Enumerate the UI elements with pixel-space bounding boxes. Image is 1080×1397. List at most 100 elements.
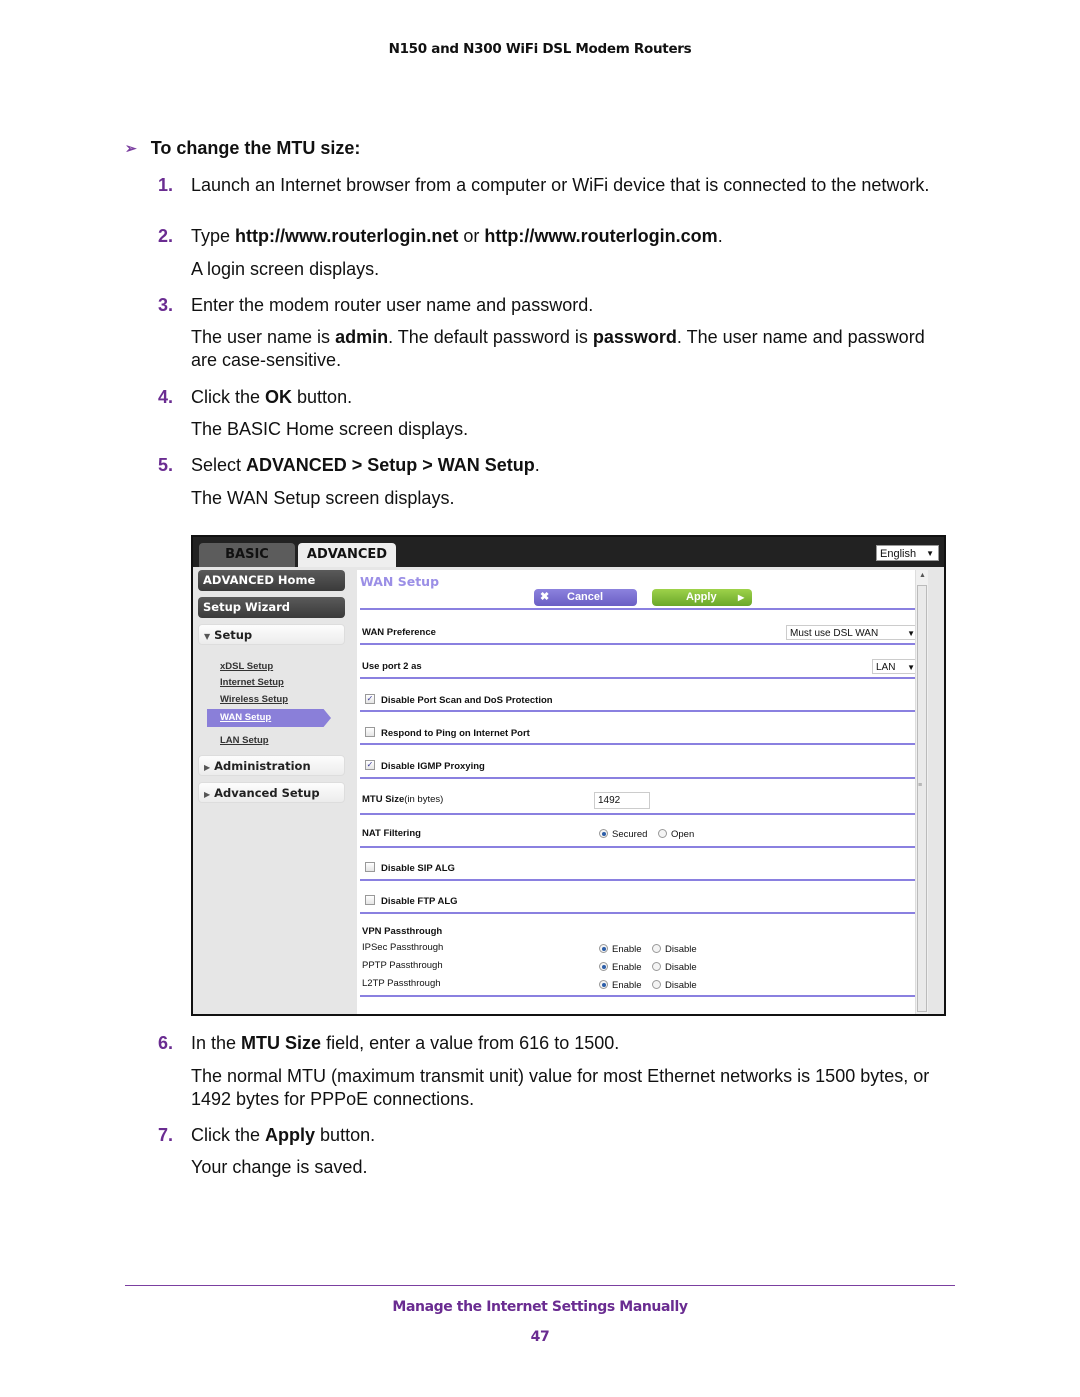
disable-ftp-checkbox[interactable]	[365, 895, 375, 905]
divider	[360, 912, 926, 914]
chevron-down-icon: ▼	[926, 549, 934, 558]
sidebar-link-xdsl-setup[interactable]: xDSL Setup	[220, 661, 273, 672]
sidebar-link-lan-setup[interactable]: LAN Setup	[220, 735, 269, 746]
url-net: http://www.routerlogin.net	[235, 226, 459, 246]
close-icon: ✖	[540, 591, 550, 603]
disable-label: Disable	[665, 962, 697, 973]
router-screenshot: BASIC ADVANCED English ▼ ADVANCED Home Se…	[191, 535, 946, 1016]
step-6: 6. In the MTU Size field, enter a value …	[158, 1033, 620, 1053]
sidebar-advanced-setup[interactable]: ▶ Advanced Setup	[198, 782, 345, 803]
scroll-up-icon[interactable]: ▲	[919, 572, 926, 579]
chevron-down-icon: ▼	[907, 629, 915, 638]
disable-port-scan-label: Disable Port Scan and DoS Protection	[381, 695, 553, 706]
apply-button[interactable]: Apply ▶	[652, 589, 752, 606]
play-icon: ▶	[738, 593, 745, 602]
divider	[360, 677, 926, 679]
pptp-enable-radio[interactable]	[599, 962, 608, 971]
divider	[360, 995, 926, 997]
step-7: 7. Click the Apply button.	[158, 1125, 376, 1145]
divider	[360, 608, 926, 610]
enable-label: Enable	[612, 962, 642, 973]
footer-section-title: Manage the Internet Settings Manually	[392, 1299, 688, 1315]
triangle-right-icon: ▶	[204, 790, 211, 799]
disable-ftp-label: Disable FTP ALG	[381, 896, 458, 907]
scrollbar[interactable]: ▲ ≡	[915, 570, 928, 1014]
nat-open-label: Open	[671, 829, 695, 840]
divider	[360, 743, 926, 745]
use-port2-select[interactable]: LAN ▼	[872, 659, 920, 674]
url-com: http://www.routerlogin.com	[484, 226, 718, 246]
l2tp-passthrough-label: L2TP Passthrough	[362, 978, 441, 989]
divider	[360, 777, 926, 779]
arrow-bullet-icon: ➢	[125, 140, 137, 156]
disable-port-scan-checkbox[interactable]: ✓	[365, 694, 375, 704]
respond-ping-checkbox[interactable]	[365, 727, 375, 737]
wan-preference-select[interactable]: Must use DSL WAN ▼	[786, 625, 920, 640]
triangle-right-icon: ▶	[204, 763, 211, 772]
step-5-note: The WAN Setup screen displays.	[191, 488, 455, 508]
sidebar-link-wireless-setup[interactable]: Wireless Setup	[220, 694, 288, 705]
divider	[360, 813, 926, 815]
wan-preference-label: WAN Preference	[362, 627, 436, 638]
disable-sip-checkbox[interactable]	[365, 862, 375, 872]
procedure-title: ➢ To change the MTU size:	[125, 138, 361, 158]
nat-filtering-label: NAT Filtering	[362, 828, 421, 839]
chevron-down-icon: ▼	[907, 663, 915, 672]
scrollbar-thumb[interactable]	[917, 585, 927, 1012]
step-3: 3. Enter the modem router user name and …	[158, 295, 594, 315]
disable-igmp-checkbox[interactable]: ✓	[365, 760, 375, 770]
footer-divider	[125, 1285, 955, 1286]
divider	[360, 710, 926, 712]
tab-advanced[interactable]: ADVANCED	[298, 543, 396, 567]
l2tp-enable-radio[interactable]	[599, 980, 608, 989]
disable-label: Disable	[665, 980, 697, 991]
disable-sip-label: Disable SIP ALG	[381, 863, 455, 874]
step-1: 1. Launch an Internet browser from a com…	[158, 175, 930, 195]
l2tp-disable-radio[interactable]	[652, 980, 661, 989]
step-6-note: The normal MTU (maximum transmit unit) v…	[191, 1066, 930, 1109]
router-main-panel: WAN Setup ✖ Cancel Apply ▶ WAN Preference …	[357, 570, 928, 1014]
cancel-button[interactable]: ✖ Cancel	[534, 589, 637, 606]
divider	[360, 643, 926, 645]
step-5: 5. Select ADVANCED > Setup > WAN Setup.	[158, 455, 540, 475]
sidebar-link-wan-setup[interactable]: WAN Setup	[207, 709, 331, 727]
nat-secured-radio[interactable]	[599, 829, 608, 838]
sidebar-link-internet-setup[interactable]: Internet Setup	[220, 677, 284, 688]
pptp-passthrough-label: PPTP Passthrough	[362, 960, 443, 971]
disable-igmp-label: Disable IGMP Proxying	[381, 761, 485, 772]
mtu-size-input[interactable]: 1492	[594, 792, 650, 809]
mtu-size-label: MTU Size(in bytes)	[362, 794, 444, 805]
sidebar-administration[interactable]: ▶ Administration	[198, 755, 345, 776]
tab-basic[interactable]: BASIC	[199, 543, 295, 567]
use-port2-label: Use port 2 as	[362, 661, 422, 672]
router-sidebar: ADVANCED Home Setup Wizard ▼ Setup xDSL S…	[193, 567, 353, 1014]
vpn-passthrough-label: VPN Passthrough	[362, 926, 443, 937]
sidebar-advanced-home[interactable]: ADVANCED Home	[198, 570, 345, 591]
divider	[360, 846, 926, 848]
ipsec-passthrough-label: IPSec Passthrough	[362, 942, 444, 953]
step-4: 4. Click the OK button.	[158, 387, 353, 407]
language-select[interactable]: English ▼	[876, 545, 939, 561]
page-number: 47	[530, 1329, 550, 1345]
pptp-disable-radio[interactable]	[652, 962, 661, 971]
sidebar-setup-wizard[interactable]: Setup Wizard	[198, 597, 345, 618]
router-top-bar: BASIC ADVANCED English ▼	[193, 537, 944, 567]
router-page-title: WAN Setup	[360, 574, 440, 589]
respond-ping-label: Respond to Ping on Internet Port	[381, 728, 530, 739]
ipsec-enable-radio[interactable]	[599, 944, 608, 953]
step-3-note: The user name is admin. The default pass…	[191, 327, 925, 370]
grip-icon: ≡	[918, 782, 923, 789]
step-2-note: A login screen displays.	[191, 259, 380, 279]
nat-secured-label: Secured	[612, 829, 648, 840]
divider	[360, 879, 926, 881]
enable-label: Enable	[612, 944, 642, 955]
nat-open-radio[interactable]	[658, 829, 667, 838]
triangle-down-icon: ▼	[204, 632, 211, 641]
running-header: N150 and N300 WiFi DSL Modem Routers	[388, 41, 692, 57]
sidebar-setup[interactable]: ▼ Setup	[198, 624, 345, 645]
ipsec-disable-radio[interactable]	[652, 944, 661, 953]
step-2: 2. Type http://www.routerlogin.net or ht…	[158, 226, 723, 246]
step-7-note: Your change is saved.	[191, 1157, 368, 1177]
enable-label: Enable	[612, 980, 642, 991]
step-4-note: The BASIC Home screen displays.	[191, 419, 469, 439]
